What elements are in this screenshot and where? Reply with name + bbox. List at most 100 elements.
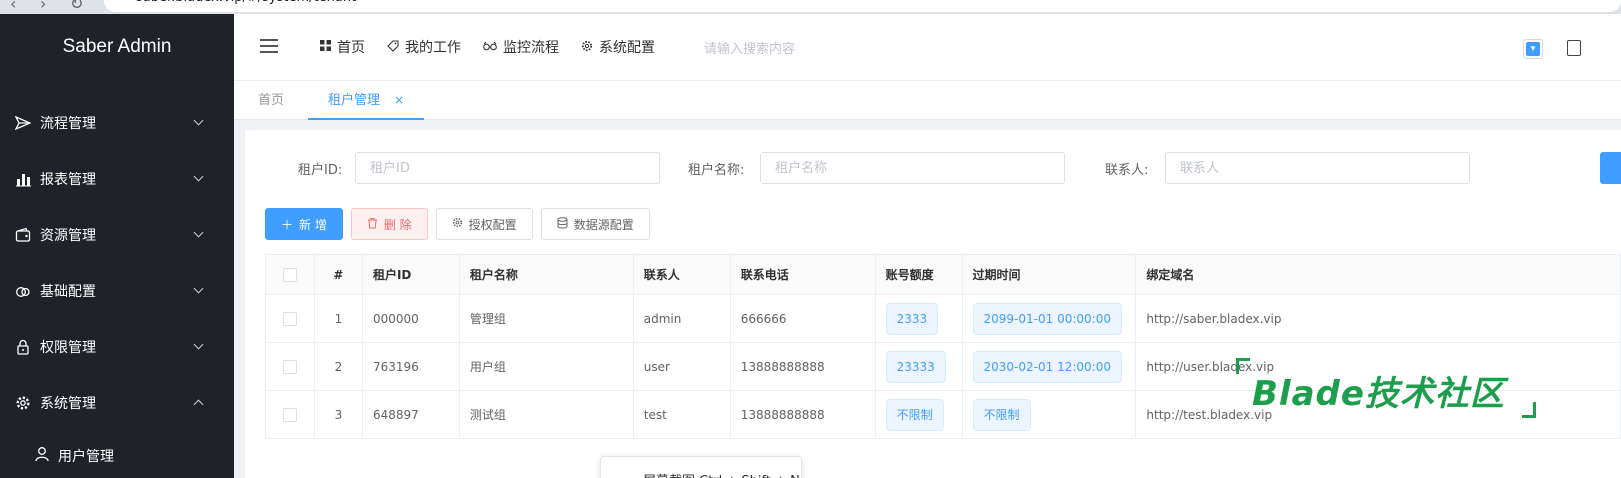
chevron-down-icon — [193, 283, 204, 294]
cell-index: 2 — [315, 343, 363, 390]
row-checkbox[interactable] — [282, 359, 297, 374]
cell-tenant-name: 管理组 — [460, 295, 634, 342]
address-bar[interactable]: saber.bladex.vip/#/system/tenant — [104, 0, 1621, 12]
cell-phone: 666666 — [731, 295, 876, 342]
quota-tag: 2333 — [885, 302, 939, 335]
cell-tenant-id: 648897 — [363, 391, 460, 438]
nav-monitor[interactable]: 监控流程 — [483, 37, 559, 57]
contact-input[interactable] — [1165, 152, 1470, 184]
select-all-cell — [266, 255, 315, 294]
sidebar-item-resources[interactable]: 资源管理 — [0, 207, 234, 263]
add-button[interactable]: ＋ 新 增 — [265, 208, 343, 240]
database-icon — [557, 216, 568, 232]
trash-icon — [367, 217, 378, 232]
nav-home[interactable]: 首页 — [320, 37, 365, 57]
select-all-checkbox[interactable] — [282, 267, 297, 282]
nav-system-config-label: 系统配置 — [599, 40, 655, 56]
column-header[interactable]: 租户名称 — [460, 255, 634, 294]
cell-quota: 2333 — [876, 295, 963, 342]
screenshot-tooltip: 屏幕截图 Ctrl + Shift + N — [600, 456, 802, 478]
top-nav: 首页 我的工作 监控流程 系统配置 — [320, 14, 677, 80]
chevron-down-icon — [193, 339, 204, 350]
tenant-name-input[interactable] — [760, 152, 1065, 184]
lock-icon — [14, 338, 32, 356]
reload-icon[interactable]: ↻ — [70, 0, 83, 13]
sidebar-subitem-users[interactable]: 用户管理 — [0, 431, 234, 478]
cell-expire: 2099-01-01 00:00:00 — [963, 295, 1137, 342]
sidebar-item-label: 权限管理 — [40, 340, 96, 356]
search-button[interactable] — [1600, 152, 1621, 184]
chevron-down-icon — [193, 171, 204, 182]
header-search-input[interactable]: 请输入搜索内容 — [704, 38, 795, 57]
tag-icon — [387, 39, 399, 55]
link-icon — [14, 282, 32, 300]
table-row[interactable]: 2 763196 用户组 user 13888888888 23333 2030… — [266, 343, 1621, 391]
cell-phone: 13888888888 — [731, 391, 876, 438]
expire-tag: 2030-02-01 12:00:00 — [972, 350, 1122, 383]
sidebar-menu: 流程管理 报表管理 资源管理 基础配置 权限管理 系统管理 用户管理 — [0, 95, 234, 478]
column-header[interactable]: 联系电话 — [731, 255, 876, 294]
nav-my-work[interactable]: 我的工作 — [387, 37, 461, 57]
top-header: 首页 我的工作 监控流程 系统配置 请输入搜索内容 ▾ — [234, 14, 1621, 80]
auth-config-button[interactable]: 授权配置 — [435, 208, 533, 240]
table-row[interactable]: 3 648897 测试组 test 13888888888 不限制 不限制 ht… — [266, 391, 1621, 439]
cell-quota: 23333 — [876, 343, 963, 390]
cell-tenant-name: 测试组 — [460, 391, 634, 438]
cell-domain: http://test.bladex.vip — [1136, 391, 1621, 438]
wallet-icon — [14, 226, 32, 244]
sidebar-item-reports[interactable]: 报表管理 — [0, 151, 234, 207]
sidebar-item-workflow[interactable]: 流程管理 — [0, 95, 234, 151]
nav-monitor-label: 监控流程 — [503, 40, 559, 56]
datasource-config-button[interactable]: 数据源配置 — [540, 208, 650, 240]
plus-icon: ＋ — [281, 217, 294, 232]
gear-icon — [14, 394, 32, 412]
cell-phone: 13888888888 — [731, 343, 876, 390]
cell-tenant-id: 000000 — [363, 295, 460, 342]
column-header[interactable]: 账号额度 — [876, 255, 963, 294]
table-header-row: # 租户ID 租户名称 联系人 联系电话 账号额度 过期时间 绑定域名 — [266, 255, 1621, 295]
sidebar-item-permissions[interactable]: 权限管理 — [0, 319, 234, 375]
sidebar-item-system[interactable]: 系统管理 — [0, 375, 234, 431]
chevron-up-icon — [193, 399, 204, 410]
glasses-icon — [483, 40, 497, 54]
cell-quota: 不限制 — [876, 391, 963, 438]
forward-icon[interactable]: › — [40, 0, 46, 13]
delete-button-label: 删 除 — [383, 217, 412, 232]
tenant-id-label: 租户ID: — [298, 163, 343, 178]
grid-icon — [320, 40, 331, 54]
fullscreen-icon[interactable] — [1567, 40, 1581, 56]
main-card: 租户ID: 租户名称: 联系人: ＋ 新 增 删 除 授权配置 — [245, 130, 1621, 478]
sidebar-item-basic-config[interactable]: 基础配置 — [0, 263, 234, 319]
delete-button[interactable]: 删 除 — [350, 208, 428, 240]
app-logo[interactable]: Saber Admin — [0, 14, 234, 80]
header-dropdown-button[interactable]: ▾ — [1523, 39, 1543, 59]
close-icon[interactable]: × — [394, 93, 404, 107]
cell-contact: test — [634, 391, 731, 438]
tab-tenant-management[interactable]: 租户管理 × — [308, 81, 425, 120]
back-icon[interactable]: ‹ — [10, 0, 16, 13]
row-select-cell — [266, 295, 315, 342]
nav-home-label: 首页 — [337, 40, 365, 56]
menu-toggle-icon[interactable] — [260, 39, 278, 53]
sidebar-item-label: 系统管理 — [40, 396, 96, 412]
column-header[interactable]: 联系人 — [634, 255, 731, 294]
nav-system-config[interactable]: 系统配置 — [581, 37, 655, 57]
sidebar-item-label: 报表管理 — [40, 172, 96, 188]
sidebar: Saber Admin 流程管理 报表管理 资源管理 基础配置 权限管理 系统管… — [0, 14, 234, 478]
row-checkbox[interactable] — [282, 311, 297, 326]
tag-bar: 首页 租户管理 × — [234, 80, 1621, 120]
row-checkbox[interactable] — [282, 407, 297, 422]
column-header[interactable]: 过期时间 — [963, 255, 1137, 294]
tab-home[interactable]: 首页 — [258, 81, 284, 120]
tab-home-label: 首页 — [258, 93, 285, 108]
column-header[interactable]: 租户ID — [363, 255, 460, 294]
column-header[interactable]: 绑定域名 — [1136, 255, 1621, 294]
gear-icon — [452, 217, 463, 231]
table-row[interactable]: 1 000000 管理组 admin 666666 2333 2099-01-0… — [266, 295, 1621, 343]
row-select-cell — [266, 343, 315, 390]
tenant-id-input[interactable] — [355, 152, 660, 184]
send-icon — [14, 114, 32, 132]
auth-config-label: 授权配置 — [468, 217, 517, 232]
chevron-down-icon — [193, 115, 204, 126]
datasource-config-label: 数据源配置 — [573, 217, 634, 232]
